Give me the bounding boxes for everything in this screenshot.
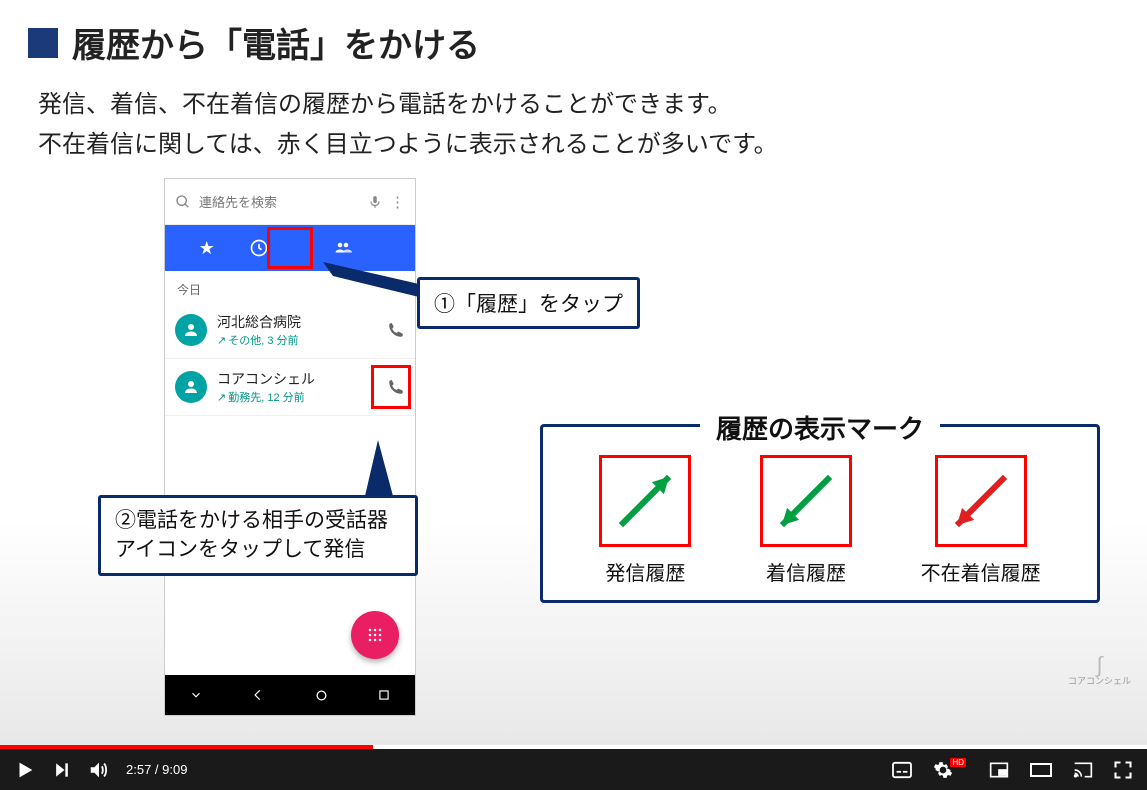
nav-back-icon[interactable] — [251, 688, 265, 702]
tab-favorites[interactable]: ★ — [165, 238, 248, 259]
play-button[interactable] — [14, 759, 36, 781]
outgoing-arrow-icon: ↗ — [217, 392, 226, 404]
theater-button[interactable] — [1029, 762, 1053, 778]
cast-button[interactable] — [1073, 761, 1093, 779]
nav-recent-icon[interactable] — [377, 688, 391, 702]
title-row: 履歴から「電話」をかける — [28, 18, 1119, 67]
mic-icon[interactable] — [368, 194, 382, 210]
call-entry-1[interactable]: コアコンシェル ↗勤務先, 12 分前 — [165, 359, 415, 416]
search-icon — [175, 194, 191, 210]
desc-line2: 不在着信に関しては、赤く目立つように表示されることが多いです。 — [38, 131, 778, 158]
brand-logo: ∫ コアコンシェル — [1068, 656, 1131, 687]
miniplayer-button[interactable] — [989, 761, 1009, 779]
title-bullet-icon — [28, 28, 58, 58]
slide-title: 履歴から「電話」をかける — [72, 18, 480, 67]
avatar-icon — [175, 371, 207, 403]
callout1-pointer-icon — [323, 262, 423, 302]
legend-label: 着信履歴 — [760, 557, 852, 586]
entry-info: コアコンシェル ↗勤務先, 12 分前 — [217, 369, 377, 405]
fullscreen-button[interactable] — [1113, 760, 1133, 780]
dialpad-fab[interactable] — [351, 611, 399, 659]
volume-button[interactable] — [88, 759, 110, 781]
legend-item-incoming: 着信履歴 — [760, 455, 852, 586]
settings-button[interactable]: HD — [933, 760, 969, 780]
legend-icon-incoming — [760, 455, 852, 547]
callout2-pointer-icon — [353, 440, 403, 500]
legend-icon-outgoing — [599, 455, 691, 547]
tab-contacts[interactable] — [332, 239, 415, 257]
highlight-box-call — [371, 365, 411, 409]
call-entry-0[interactable]: 河北総合病院 ↗その他, 3 分前 — [165, 302, 415, 359]
legend-item-outgoing: 発信履歴 — [599, 455, 691, 586]
desc-line1: 発信、着信、不在着信の履歴から電話をかけることができます。 — [38, 91, 732, 118]
slide-description: 発信、着信、不在着信の履歴から電話をかけることができます。 不在着信に関しては、… — [28, 85, 1119, 164]
time-display: 2:57 / 9:09 — [126, 762, 187, 777]
phone-nav-bar — [165, 675, 415, 715]
slide-area: 履歴から「電話」をかける 発信、着信、不在着信の履歴から電話をかけることができま… — [0, 0, 1147, 745]
nav-down-icon[interactable] — [189, 688, 203, 702]
legend-box: 履歴の表示マーク 発信履歴 着信履歴 — [540, 424, 1100, 603]
nav-home-icon[interactable] — [314, 688, 329, 703]
logo-mark-icon: ∫ — [1068, 656, 1131, 674]
legend-icon-missed — [935, 455, 1027, 547]
entry-info: 河北総合病院 ↗その他, 3 分前 — [217, 312, 377, 348]
search-placeholder: 連絡先を検索 — [199, 192, 360, 211]
outgoing-arrow-icon: ↗ — [217, 335, 226, 347]
player-controls: 2:57 / 9:09 HD — [0, 749, 1147, 790]
legend-title: 履歴の表示マーク — [700, 409, 940, 446]
legend-label: 不在着信履歴 — [921, 557, 1041, 586]
entry-sub: ↗その他, 3 分前 — [217, 332, 377, 348]
entry-name: コアコンシェル — [217, 369, 377, 389]
phone-search-bar[interactable]: 連絡先を検索 ⋮ — [165, 179, 415, 225]
avatar-icon — [175, 314, 207, 346]
call-icon[interactable] — [387, 321, 405, 339]
legend-item-missed: 不在着信履歴 — [921, 455, 1041, 586]
legend-label: 発信履歴 — [599, 557, 691, 586]
more-icon[interactable]: ⋮ — [390, 193, 405, 211]
entry-sub: ↗勤務先, 12 分前 — [217, 389, 377, 405]
next-button[interactable] — [52, 760, 72, 780]
callout-step2: ②電話をかける相手の受話器 アイコンをタップして発信 — [98, 495, 418, 576]
subtitles-button[interactable] — [891, 761, 913, 779]
hd-badge: HD — [950, 758, 966, 767]
callout-step1: ①「履歴」をタップ — [417, 277, 640, 329]
entry-name: 河北総合病院 — [217, 312, 377, 332]
highlight-box-history — [267, 227, 313, 269]
